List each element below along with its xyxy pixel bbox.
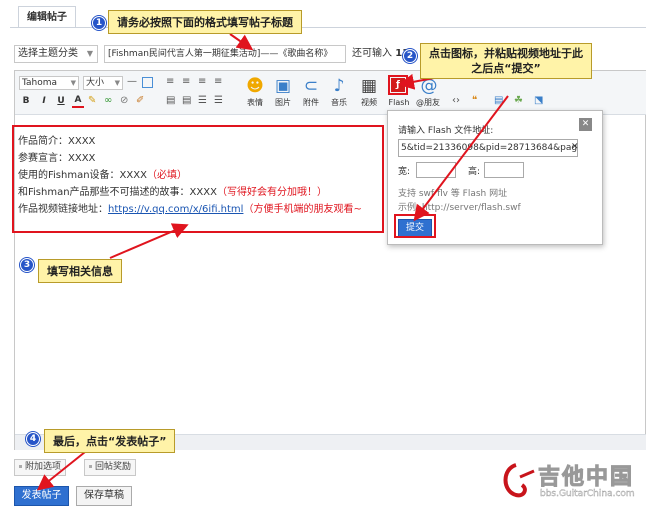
step-2-callout: 点击图标，并粘贴视频地址于此 之后点“提交”	[420, 43, 592, 79]
attachment-label: 附件	[303, 98, 319, 107]
category-select-label: 选择主题分类	[18, 48, 78, 59]
highlight-icon[interactable]: ✎	[88, 95, 96, 107]
horizontal-rule-icon[interactable]: —	[127, 76, 137, 88]
step-1-callout: 请务必按照下面的格式填写帖子标题	[108, 10, 302, 34]
align-right-icon[interactable]: ≡	[198, 76, 206, 88]
step-3-callout: 填写相关信息	[38, 259, 122, 283]
underline-button[interactable]: U	[55, 95, 67, 107]
chevron-down-icon: ▼	[86, 49, 93, 58]
hide-icon[interactable]: ☘	[514, 95, 523, 107]
code-icon[interactable]: ‹›	[452, 95, 460, 107]
step-3-badge: 3	[20, 258, 34, 272]
extra-options-label: 附加选项	[25, 462, 62, 472]
unordered-list-icon[interactable]: ☰	[214, 95, 223, 107]
flash-hint-example: 示例: http://server/flash.swf	[398, 203, 521, 213]
bullet-icon	[19, 465, 22, 468]
step-2-badge: 2	[403, 49, 417, 63]
width-label: 宽:	[398, 167, 411, 177]
watermark-title: 吉他中国	[537, 465, 635, 491]
watermark-url: bbs.GuitarChina.com	[540, 489, 635, 499]
height-input[interactable]	[484, 162, 524, 178]
italic-button[interactable]: I	[38, 95, 50, 107]
image-label: 图片	[275, 98, 291, 107]
remain-counter: 还可输入 11	[352, 45, 409, 63]
at-friend-icon[interactable]: @	[418, 76, 440, 96]
unlink-icon[interactable]: ⊘	[120, 95, 128, 107]
step-2-line2: 之后点“提交”	[471, 62, 541, 75]
float-right-icon[interactable]: ▤	[182, 95, 191, 107]
bullet-icon	[89, 465, 92, 468]
emoji-icon[interactable]: ☻	[244, 76, 266, 96]
reply-reward-label: 回帖奖励	[95, 462, 132, 472]
at-friend-label: @朋友	[416, 98, 440, 107]
title-input[interactable]: [Fishman民间代言人第一期征集活动]——《歌曲名称》	[104, 45, 346, 63]
image-icon[interactable]: ▣	[272, 76, 294, 96]
password-icon[interactable]: ⬔	[534, 95, 543, 107]
submit-highlight-box	[394, 214, 436, 238]
post-button[interactable]: 发表帖子	[14, 486, 69, 506]
width-input[interactable]	[416, 162, 456, 178]
flash-dialog-title: 请输入 Flash 文件地址:	[398, 126, 494, 136]
step-1-badge: 1	[92, 16, 106, 30]
tab-divider	[10, 27, 646, 28]
flash-url-input[interactable]: 5&tid=21336098&pid=28713684&page	[398, 139, 578, 157]
font-family-select[interactable]: Tahoma ▼	[19, 76, 79, 90]
save-draft-button[interactable]: 保存草稿	[76, 486, 132, 506]
height-label: 高:	[468, 167, 481, 177]
tab-edit-post[interactable]: 编辑帖子	[18, 6, 76, 28]
clear-input-icon[interactable]: ✕	[571, 142, 579, 152]
close-icon[interactable]: ✕	[579, 118, 592, 131]
chevron-down-icon: ▼	[70, 79, 76, 87]
attachment-icon[interactable]: ⊂	[300, 76, 322, 96]
font-family-value: Tahoma	[22, 78, 58, 88]
link-icon[interactable]: ∞	[104, 95, 112, 107]
music-label: 音乐	[331, 98, 347, 107]
extra-options-button[interactable]: 附加选项	[14, 459, 67, 476]
reply-reward-button[interactable]: 回帖奖励	[84, 459, 137, 476]
font-size-value: 大小	[86, 78, 105, 88]
guitarchina-logo: 吉他中国 bbs.GuitarChina.com	[498, 455, 643, 505]
flash-highlight-box	[388, 75, 408, 95]
video-label: 视频	[361, 98, 377, 107]
flash-label: Flash	[388, 98, 410, 107]
flash-hint-support: 支持 swf flv 等 Flash 网址	[398, 189, 508, 199]
font-color-button[interactable]: A	[72, 94, 84, 108]
font-size-select[interactable]: 大小 ▼	[83, 76, 123, 90]
chevron-down-icon: ▼	[114, 79, 120, 87]
table-icon[interactable]	[142, 77, 153, 88]
category-select[interactable]: 选择主题分类 ▼	[14, 45, 98, 63]
align-center-icon[interactable]: ≡	[182, 76, 190, 88]
ordered-list-icon[interactable]: ☰	[198, 95, 207, 107]
align-justify-icon[interactable]: ≡	[214, 76, 222, 88]
bold-button[interactable]: B	[20, 95, 32, 107]
step-4-badge: 4	[26, 432, 40, 446]
float-left-icon[interactable]: ▤	[166, 95, 175, 107]
flash-url-value: 5&tid=21336098&pid=28713684&page	[401, 143, 578, 153]
free-icon[interactable]: ▤	[494, 95, 503, 107]
music-icon[interactable]: ♪	[328, 76, 350, 96]
emoji-label: 表情	[247, 98, 263, 107]
video-icon[interactable]: ▦	[358, 76, 380, 96]
align-left-icon[interactable]: ≡	[166, 76, 174, 88]
quote-icon[interactable]: ❝	[472, 95, 477, 107]
clear-format-icon[interactable]: ✐	[136, 95, 144, 107]
content-highlight-box	[12, 125, 384, 233]
step-4-callout: 最后，点击“发表帖子”	[44, 429, 176, 453]
remain-prefix: 还可输入	[352, 48, 392, 59]
step-2-line1: 点击图标，并粘贴视频地址于此	[429, 47, 583, 60]
